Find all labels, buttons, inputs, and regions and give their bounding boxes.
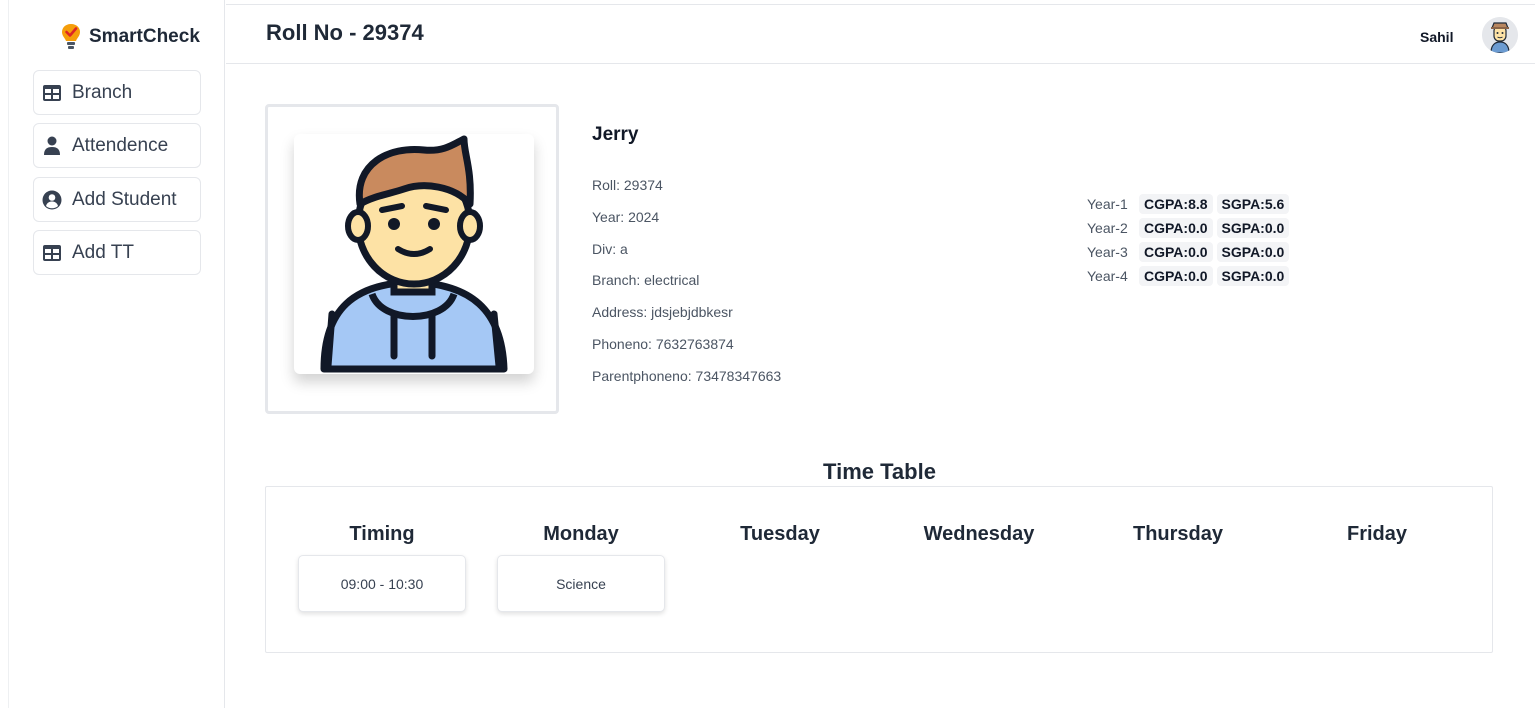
timetable-column-wednesday: Wednesday bbox=[895, 523, 1063, 547]
student-name: Jerry bbox=[592, 124, 639, 145]
cgpa-badge: CGPA:8.8 bbox=[1139, 194, 1213, 214]
timetable-header: Thursday bbox=[1132, 523, 1224, 545]
timetable-panel: Timing 09:00 - 10:30 Monday Science Tues… bbox=[265, 486, 1493, 653]
timetable-column-tuesday: Tuesday bbox=[696, 523, 864, 547]
grade-year: Year-3 bbox=[1087, 244, 1128, 260]
timetable-cell-subject[interactable]: Science bbox=[497, 555, 665, 612]
sidebar: SmartCheck Branch Attendence Add Student… bbox=[8, 0, 225, 708]
grades-list: Year-1 CGPA:8.8 SGPA:5.6 Year-2 CGPA:0.0… bbox=[1087, 192, 1290, 288]
sidebar-item-attendence[interactable]: Attendence bbox=[33, 123, 201, 168]
student-address: Address: jdsjebjdbkesr bbox=[592, 304, 733, 320]
student-branch: Branch: electrical bbox=[592, 272, 700, 288]
cgpa-badge: CGPA:0.0 bbox=[1139, 266, 1213, 286]
table-icon bbox=[42, 243, 62, 263]
grade-year: Year-4 bbox=[1087, 268, 1128, 284]
grade-year: Year-2 bbox=[1087, 220, 1128, 236]
grade-year: Year-1 bbox=[1087, 196, 1128, 212]
grade-row: Year-4 CGPA:0.0 SGPA:0.0 bbox=[1087, 264, 1290, 288]
sidebar-item-label: Add TT bbox=[72, 241, 134, 263]
timetable-column-thursday: Thursday bbox=[1094, 523, 1262, 547]
student-roll: Roll: 29374 bbox=[592, 177, 663, 193]
brand[interactable]: SmartCheck bbox=[59, 20, 200, 54]
top-header: Roll No - 29374 Sahil bbox=[226, 4, 1535, 64]
sidebar-item-add-student[interactable]: Add Student bbox=[33, 177, 201, 222]
cgpa-badge: CGPA:0.0 bbox=[1139, 242, 1213, 262]
sgpa-badge: SGPA:5.6 bbox=[1216, 194, 1290, 214]
timetable-title: Time Table bbox=[823, 459, 936, 484]
sidebar-item-label: Attendence bbox=[72, 134, 169, 156]
student-photo-frame bbox=[265, 104, 559, 414]
student-parent-phone: Parentphoneno: 73478347663 bbox=[592, 368, 782, 384]
sidebar-item-label: Branch bbox=[72, 81, 133, 103]
user-circle-icon bbox=[42, 190, 62, 210]
timetable-header: Tuesday bbox=[740, 523, 820, 545]
brand-name: SmartCheck bbox=[89, 26, 200, 47]
table-icon bbox=[42, 83, 62, 103]
page-title: Roll No - 29374 bbox=[266, 20, 424, 45]
sgpa-badge: SGPA:0.0 bbox=[1216, 242, 1290, 262]
timetable-column-monday: Monday Science bbox=[497, 523, 665, 612]
timetable-column-timing: Timing 09:00 - 10:30 bbox=[298, 523, 466, 612]
timetable-header: Wednesday bbox=[923, 523, 1035, 545]
sidebar-item-branch[interactable]: Branch bbox=[33, 70, 201, 115]
grade-row: Year-1 CGPA:8.8 SGPA:5.6 bbox=[1087, 192, 1290, 216]
user-icon bbox=[42, 136, 62, 156]
sidebar-item-add-tt[interactable]: Add TT bbox=[33, 230, 201, 275]
cgpa-badge: CGPA:0.0 bbox=[1139, 218, 1213, 238]
lightbulb-check-icon bbox=[62, 24, 80, 49]
student-div: Div: a bbox=[592, 241, 628, 257]
user-name[interactable]: Sahil bbox=[1420, 29, 1453, 45]
grade-row: Year-3 CGPA:0.0 SGPA:0.0 bbox=[1087, 240, 1290, 264]
timetable-column-friday: Friday bbox=[1293, 523, 1461, 547]
student-phone: Phoneno: 7632763874 bbox=[592, 336, 734, 352]
sgpa-badge: SGPA:0.0 bbox=[1216, 266, 1290, 286]
timetable-header: Timing bbox=[349, 523, 415, 545]
sgpa-badge: SGPA:0.0 bbox=[1216, 218, 1290, 238]
timetable-cell-timing[interactable]: 09:00 - 10:30 bbox=[298, 555, 466, 612]
student-year: Year: 2024 bbox=[592, 209, 660, 225]
avatar[interactable] bbox=[1482, 17, 1518, 53]
student-avatar-image bbox=[294, 134, 534, 374]
timetable-header: Monday bbox=[543, 523, 619, 545]
grade-row: Year-2 CGPA:0.0 SGPA:0.0 bbox=[1087, 216, 1290, 240]
timetable-header: Friday bbox=[1346, 523, 1408, 545]
sidebar-item-label: Add Student bbox=[72, 188, 177, 210]
